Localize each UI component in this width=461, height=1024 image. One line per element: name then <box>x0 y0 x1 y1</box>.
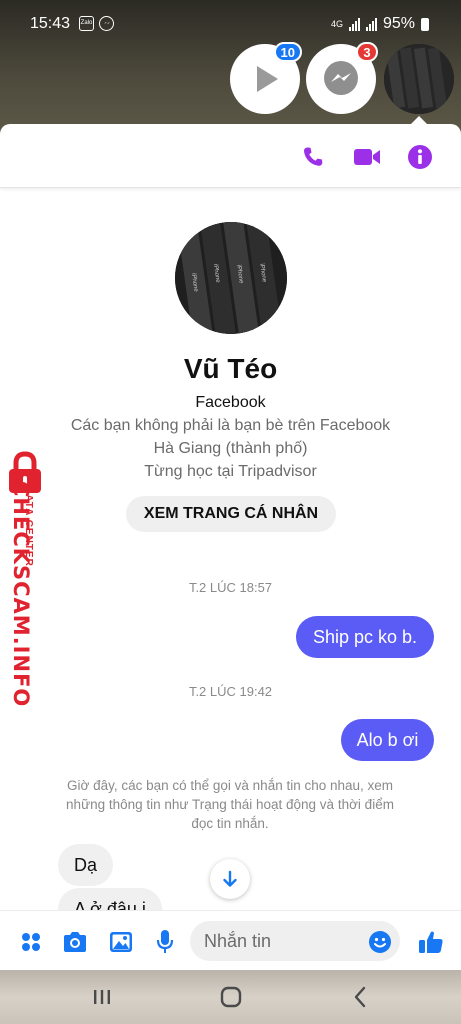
notification-badge: 10 <box>273 42 302 62</box>
scroll-down-button[interactable] <box>210 859 250 899</box>
back-icon[interactable] <box>340 982 380 1012</box>
status-right: 4G 95% <box>331 15 429 33</box>
status-app-icons: Zalo <box>79 16 114 31</box>
home-icon[interactable] <box>211 982 251 1012</box>
view-profile-button[interactable]: XEM TRANG CÁ NHÂN <box>126 496 336 532</box>
recent-apps-icon[interactable] <box>82 982 122 1012</box>
status-time: 15:43 <box>30 15 71 32</box>
play-icon <box>257 66 278 92</box>
profile-subtitle: Facebook <box>195 394 266 411</box>
battery-icon <box>421 17 429 31</box>
menu-icon[interactable] <box>18 929 44 955</box>
camera-icon[interactable] <box>62 929 88 955</box>
chat-head-video[interactable]: 10 <box>230 42 302 114</box>
messenger-icon <box>324 61 358 95</box>
info-icon[interactable] <box>405 142 435 172</box>
profile-info-education: Từng học tại Tripadvisor <box>144 463 317 480</box>
profile-name: Vũ Téo <box>183 353 278 384</box>
chat-head-avatar[interactable] <box>384 44 454 114</box>
signal-icon <box>348 17 360 31</box>
watermark-text: CHECKSCAM.INFO <box>9 481 33 708</box>
video-call-icon[interactable] <box>352 142 382 172</box>
outgoing-message[interactable]: Alo b ơi <box>341 719 434 761</box>
gallery-icon[interactable] <box>108 929 134 955</box>
system-nav-bar <box>0 970 461 1024</box>
timestamp: T.2 LÚC 19:42 <box>188 684 273 699</box>
like-icon[interactable] <box>418 929 444 955</box>
outgoing-message[interactable]: Ship pc ko b. <box>296 616 434 658</box>
timestamp: T.2 LÚC 18:57 <box>188 580 273 595</box>
profile-info-friends: Các bạn không phải là bạn bè trên Facebo… <box>70 417 391 434</box>
avatar-image <box>384 44 454 114</box>
battery-level: 95% <box>382 15 415 32</box>
emoji-icon[interactable] <box>367 929 393 955</box>
arrow-down-icon <box>223 870 237 887</box>
message-composer <box>0 910 461 970</box>
chat-header <box>0 124 461 188</box>
signal-icon-2 <box>365 17 377 31</box>
messenger-status-icon <box>99 16 114 31</box>
chat-sheet: iPhone iPhone iPhone iPhone Vũ Téo Faceb… <box>0 124 461 970</box>
microphone-icon[interactable] <box>152 929 178 955</box>
incoming-message[interactable]: Dạ <box>58 844 114 886</box>
connection-notice: Giờ đây, các bạn có thể gọi và nhắn tin … <box>66 778 394 831</box>
phone-icon[interactable] <box>298 142 328 172</box>
watermark: DATA CENTER CHECKSCAM.INFO <box>0 450 50 708</box>
chat-head-messenger[interactable]: 3 <box>306 42 378 114</box>
network-type: 4G <box>330 19 343 29</box>
notification-badge: 3 <box>356 42 378 62</box>
profile-info-location: Hà Giang (thành phố) <box>153 440 308 457</box>
profile-image: iPhone iPhone iPhone iPhone <box>175 222 287 334</box>
status-bar: 15:43 Zalo 4G 95% <box>0 0 461 48</box>
zalo-icon: Zalo <box>79 16 94 31</box>
profile-photo[interactable]: iPhone iPhone iPhone iPhone <box>175 222 287 334</box>
